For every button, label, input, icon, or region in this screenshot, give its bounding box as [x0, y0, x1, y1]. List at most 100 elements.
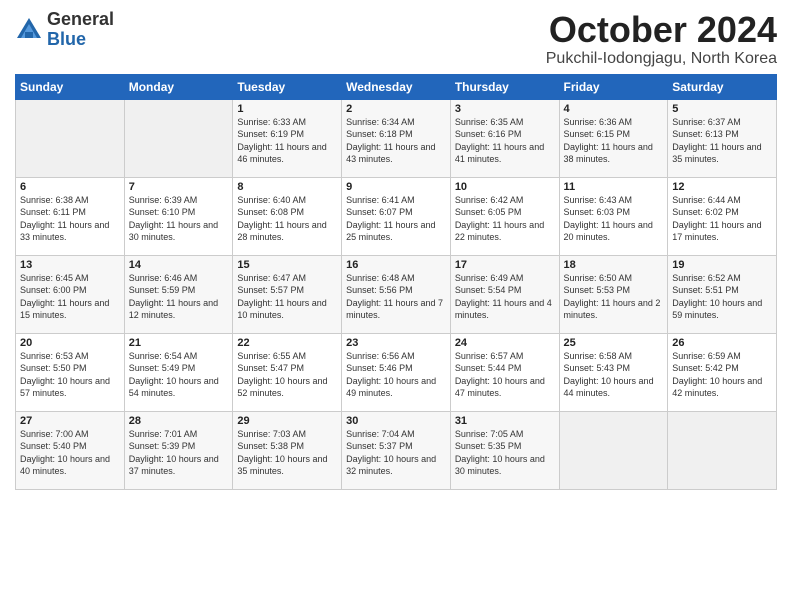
calendar-table: Sunday Monday Tuesday Wednesday Thursday…	[15, 74, 777, 490]
day-number: 12	[672, 181, 772, 193]
day-info: Sunrise: 6:58 AM Sunset: 5:43 PM Dayligh…	[564, 350, 664, 400]
table-row	[124, 99, 233, 177]
day-info: Sunrise: 6:52 AM Sunset: 5:51 PM Dayligh…	[672, 272, 772, 322]
header-sunday: Sunday	[16, 74, 125, 99]
calendar-week-row: 6Sunrise: 6:38 AM Sunset: 6:11 PM Daylig…	[16, 177, 777, 255]
day-number: 8	[237, 181, 337, 193]
day-number: 3	[455, 103, 555, 115]
day-info: Sunrise: 6:41 AM Sunset: 6:07 PM Dayligh…	[346, 194, 446, 244]
table-row: 7Sunrise: 6:39 AM Sunset: 6:10 PM Daylig…	[124, 177, 233, 255]
day-info: Sunrise: 6:39 AM Sunset: 6:10 PM Dayligh…	[129, 194, 229, 244]
table-row: 31Sunrise: 7:05 AM Sunset: 5:35 PM Dayli…	[450, 411, 559, 489]
day-info: Sunrise: 7:01 AM Sunset: 5:39 PM Dayligh…	[129, 428, 229, 478]
table-row: 3Sunrise: 6:35 AM Sunset: 6:16 PM Daylig…	[450, 99, 559, 177]
calendar-week-row: 13Sunrise: 6:45 AM Sunset: 6:00 PM Dayli…	[16, 255, 777, 333]
day-info: Sunrise: 7:04 AM Sunset: 5:37 PM Dayligh…	[346, 428, 446, 478]
table-row: 17Sunrise: 6:49 AM Sunset: 5:54 PM Dayli…	[450, 255, 559, 333]
day-number: 1	[237, 103, 337, 115]
header-wednesday: Wednesday	[342, 74, 451, 99]
day-number: 28	[129, 415, 229, 427]
day-number: 11	[564, 181, 664, 193]
header-tuesday: Tuesday	[233, 74, 342, 99]
day-info: Sunrise: 6:47 AM Sunset: 5:57 PM Dayligh…	[237, 272, 337, 322]
calendar-week-row: 27Sunrise: 7:00 AM Sunset: 5:40 PM Dayli…	[16, 411, 777, 489]
day-number: 13	[20, 259, 120, 271]
day-info: Sunrise: 6:57 AM Sunset: 5:44 PM Dayligh…	[455, 350, 555, 400]
day-number: 21	[129, 337, 229, 349]
logo: General Blue	[15, 10, 114, 50]
day-info: Sunrise: 6:43 AM Sunset: 6:03 PM Dayligh…	[564, 194, 664, 244]
logo-general: General	[47, 10, 114, 30]
header-friday: Friday	[559, 74, 668, 99]
title-block: October 2024 Pukchil-Iodongjagu, North K…	[546, 10, 777, 68]
table-row: 20Sunrise: 6:53 AM Sunset: 5:50 PM Dayli…	[16, 333, 125, 411]
table-row: 25Sunrise: 6:58 AM Sunset: 5:43 PM Dayli…	[559, 333, 668, 411]
day-info: Sunrise: 6:55 AM Sunset: 5:47 PM Dayligh…	[237, 350, 337, 400]
day-number: 19	[672, 259, 772, 271]
table-row: 5Sunrise: 6:37 AM Sunset: 6:13 PM Daylig…	[668, 99, 777, 177]
day-number: 26	[672, 337, 772, 349]
table-row	[559, 411, 668, 489]
day-info: Sunrise: 6:48 AM Sunset: 5:56 PM Dayligh…	[346, 272, 446, 322]
day-info: Sunrise: 7:00 AM Sunset: 5:40 PM Dayligh…	[20, 428, 120, 478]
day-info: Sunrise: 6:37 AM Sunset: 6:13 PM Dayligh…	[672, 116, 772, 166]
table-row: 12Sunrise: 6:44 AM Sunset: 6:02 PM Dayli…	[668, 177, 777, 255]
day-number: 24	[455, 337, 555, 349]
table-row: 6Sunrise: 6:38 AM Sunset: 6:11 PM Daylig…	[16, 177, 125, 255]
header-monday: Monday	[124, 74, 233, 99]
day-info: Sunrise: 6:36 AM Sunset: 6:15 PM Dayligh…	[564, 116, 664, 166]
logo-blue: Blue	[47, 30, 114, 50]
table-row: 27Sunrise: 7:00 AM Sunset: 5:40 PM Dayli…	[16, 411, 125, 489]
day-number: 18	[564, 259, 664, 271]
table-row: 22Sunrise: 6:55 AM Sunset: 5:47 PM Dayli…	[233, 333, 342, 411]
table-row: 30Sunrise: 7:04 AM Sunset: 5:37 PM Dayli…	[342, 411, 451, 489]
location: Pukchil-Iodongjagu, North Korea	[546, 50, 777, 68]
day-info: Sunrise: 6:45 AM Sunset: 6:00 PM Dayligh…	[20, 272, 120, 322]
day-info: Sunrise: 6:46 AM Sunset: 5:59 PM Dayligh…	[129, 272, 229, 322]
table-row: 11Sunrise: 6:43 AM Sunset: 6:03 PM Dayli…	[559, 177, 668, 255]
day-number: 14	[129, 259, 229, 271]
day-info: Sunrise: 7:05 AM Sunset: 5:35 PM Dayligh…	[455, 428, 555, 478]
table-row: 29Sunrise: 7:03 AM Sunset: 5:38 PM Dayli…	[233, 411, 342, 489]
table-row: 16Sunrise: 6:48 AM Sunset: 5:56 PM Dayli…	[342, 255, 451, 333]
header: General Blue October 2024 Pukchil-Iodong…	[15, 10, 777, 68]
calendar-week-row: 1Sunrise: 6:33 AM Sunset: 6:19 PM Daylig…	[16, 99, 777, 177]
day-number: 7	[129, 181, 229, 193]
day-info: Sunrise: 7:03 AM Sunset: 5:38 PM Dayligh…	[237, 428, 337, 478]
day-number: 2	[346, 103, 446, 115]
day-info: Sunrise: 6:50 AM Sunset: 5:53 PM Dayligh…	[564, 272, 664, 322]
table-row: 14Sunrise: 6:46 AM Sunset: 5:59 PM Dayli…	[124, 255, 233, 333]
table-row: 9Sunrise: 6:41 AM Sunset: 6:07 PM Daylig…	[342, 177, 451, 255]
day-number: 30	[346, 415, 446, 427]
month-title: October 2024	[546, 10, 777, 50]
table-row: 8Sunrise: 6:40 AM Sunset: 6:08 PM Daylig…	[233, 177, 342, 255]
table-row: 24Sunrise: 6:57 AM Sunset: 5:44 PM Dayli…	[450, 333, 559, 411]
table-row: 28Sunrise: 7:01 AM Sunset: 5:39 PM Dayli…	[124, 411, 233, 489]
day-info: Sunrise: 6:42 AM Sunset: 6:05 PM Dayligh…	[455, 194, 555, 244]
logo-text: General Blue	[47, 10, 114, 50]
table-row: 21Sunrise: 6:54 AM Sunset: 5:49 PM Dayli…	[124, 333, 233, 411]
weekday-header-row: Sunday Monday Tuesday Wednesday Thursday…	[16, 74, 777, 99]
day-info: Sunrise: 6:56 AM Sunset: 5:46 PM Dayligh…	[346, 350, 446, 400]
day-number: 22	[237, 337, 337, 349]
day-number: 6	[20, 181, 120, 193]
table-row: 23Sunrise: 6:56 AM Sunset: 5:46 PM Dayli…	[342, 333, 451, 411]
day-info: Sunrise: 6:54 AM Sunset: 5:49 PM Dayligh…	[129, 350, 229, 400]
day-info: Sunrise: 6:59 AM Sunset: 5:42 PM Dayligh…	[672, 350, 772, 400]
day-info: Sunrise: 6:38 AM Sunset: 6:11 PM Dayligh…	[20, 194, 120, 244]
day-info: Sunrise: 6:44 AM Sunset: 6:02 PM Dayligh…	[672, 194, 772, 244]
day-info: Sunrise: 6:33 AM Sunset: 6:19 PM Dayligh…	[237, 116, 337, 166]
day-info: Sunrise: 6:40 AM Sunset: 6:08 PM Dayligh…	[237, 194, 337, 244]
day-info: Sunrise: 6:35 AM Sunset: 6:16 PM Dayligh…	[455, 116, 555, 166]
table-row	[668, 411, 777, 489]
day-number: 20	[20, 337, 120, 349]
day-number: 5	[672, 103, 772, 115]
day-number: 10	[455, 181, 555, 193]
day-number: 25	[564, 337, 664, 349]
logo-icon	[15, 16, 43, 44]
day-number: 9	[346, 181, 446, 193]
calendar-page: General Blue October 2024 Pukchil-Iodong…	[0, 0, 792, 612]
calendar-week-row: 20Sunrise: 6:53 AM Sunset: 5:50 PM Dayli…	[16, 333, 777, 411]
day-info: Sunrise: 6:49 AM Sunset: 5:54 PM Dayligh…	[455, 272, 555, 322]
table-row: 18Sunrise: 6:50 AM Sunset: 5:53 PM Dayli…	[559, 255, 668, 333]
